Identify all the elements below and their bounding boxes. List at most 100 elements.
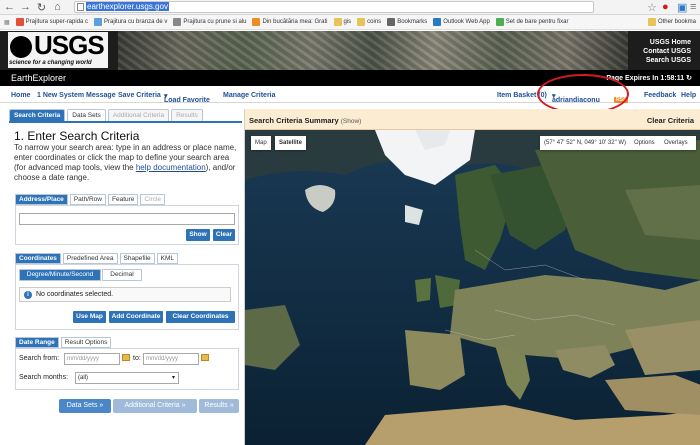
usgs-logo[interactable]: USGS science for a changing world (8, 31, 108, 68)
bookmark-item[interactable]: Bookmarks (387, 18, 427, 26)
bookmark-favicon-icon (252, 18, 261, 26)
clear-criteria-button[interactable]: Clear Criteria (647, 116, 694, 125)
nav-home[interactable]: Home (11, 92, 30, 99)
tab-address-place[interactable]: Address/Place (15, 194, 68, 205)
tab-coordinates[interactable]: Coordinates (15, 253, 61, 264)
menu-icon[interactable]: ≡ (690, 1, 696, 13)
tab-additional-criteria[interactable]: Additional Criteria (107, 109, 170, 121)
url-text: earthexplorer.usgs.gov (86, 2, 169, 11)
nav-save-criteria[interactable]: Save Criteria (118, 92, 161, 99)
bookmark-favicon-icon (495, 18, 504, 26)
date-from-input[interactable]: mm/dd/yyyy (64, 353, 120, 365)
search-months-label: Search months: (19, 374, 69, 381)
nav-load-favorite[interactable]: Load Favorite ▾ (164, 92, 210, 104)
bookmark-item[interactable]: Prajitura cu prune si alu (173, 18, 246, 26)
tab-result-options[interactable]: Result Options (60, 337, 112, 348)
tab-kml[interactable]: KML (156, 253, 179, 264)
search-panel: Search Criteria Data Sets Additional Cri… (9, 109, 242, 445)
logo-tagline: science for a changing world (9, 60, 92, 66)
info-icon: i (24, 291, 32, 299)
bookmark-label: Set de bare pentru fixar (505, 19, 569, 25)
nav-help[interactable]: Help (681, 92, 696, 99)
tab-data-sets[interactable]: Data Sets (67, 109, 106, 121)
chevron-down-icon: ▾ (171, 375, 175, 381)
mode-decimal[interactable]: Decimal (102, 269, 142, 281)
criteria-summary-text: Search Criteria Summary (249, 116, 339, 125)
reload-icon[interactable]: ↻ (35, 1, 48, 14)
bookmark-label: Outlook Web App (443, 19, 490, 25)
add-coordinate-button[interactable]: Add Coordinate (109, 311, 163, 323)
other-bookmarks-label: Other bookma (657, 19, 696, 25)
opera-icon[interactable]: ● (662, 1, 669, 13)
tab-predefined-area[interactable]: Predefined Area (62, 253, 118, 264)
header-links: USGS Home Contact USGS Search USGS (643, 38, 691, 65)
bookmark-item[interactable]: Set de bare pentru fixar (495, 18, 569, 26)
clear-button[interactable]: Clear (213, 229, 235, 241)
bookmark-item[interactable]: Outlook Web App (433, 18, 490, 26)
map-type-satellite[interactable]: Satellite (275, 136, 307, 150)
tab-path-row[interactable]: Path/Row (69, 194, 106, 205)
bookmark-favicon-icon (357, 18, 366, 26)
page-icon (77, 3, 84, 11)
bookmark-item[interactable]: gis (333, 18, 351, 26)
bookmark-label: Prajitura cu prune si alu (183, 19, 247, 25)
map-panel: Search Criteria Summary (Show) Clear Cri… (244, 109, 700, 445)
refresh-icon[interactable]: ↻ (686, 75, 692, 82)
tab-search-criteria[interactable]: Search Criteria (9, 109, 66, 121)
address-input[interactable] (19, 213, 235, 225)
tab-shapefile[interactable]: Shapefile (119, 253, 155, 264)
tab-results[interactable]: Results (171, 109, 203, 121)
tab-feature[interactable]: Feature (108, 194, 139, 205)
show-button[interactable]: Show (186, 229, 210, 241)
mode-dms[interactable]: Degree/Minute/Second (19, 269, 101, 281)
calendar-icon[interactable] (122, 354, 130, 361)
nav-load-favorite-label: Load Favorite (164, 97, 210, 104)
nav-feedback[interactable]: Feedback (644, 92, 676, 99)
bookmark-favicon-icon (433, 18, 442, 26)
nav-manage-criteria[interactable]: Manage Criteria (223, 92, 276, 99)
extension-icon[interactable]: ▣ (677, 1, 687, 14)
search-usgs-link[interactable]: Search USGS (643, 56, 691, 65)
bookmark-item[interactable]: coins (357, 18, 381, 26)
show-toggle[interactable]: (Show) (341, 118, 362, 125)
coordinates-group: Degree/Minute/Second Decimal i No coordin… (15, 264, 239, 330)
map-options-button[interactable]: Options (634, 136, 655, 150)
bookmark-label: Bookmarks (397, 19, 428, 25)
data-sets-next-button[interactable]: Data Sets » (59, 399, 111, 413)
tab-circle[interactable]: Circle (140, 194, 166, 205)
additional-criteria-next-button[interactable]: Additional Criteria » (113, 399, 197, 413)
other-bookmarks[interactable]: Other bookma (647, 18, 696, 26)
main-tabs: Search Criteria Data Sets Additional Cri… (9, 109, 205, 121)
map-imagery (245, 130, 700, 445)
months-select[interactable]: (all) ▾ (75, 372, 179, 384)
logo-text: USGS (34, 31, 105, 60)
criteria-summary-title[interactable]: Search Criteria Summary (Show) (249, 116, 361, 125)
back-icon[interactable]: ← (3, 1, 16, 14)
browser-toolbar: ← → ↻ ⌂ earthexplorer.usgs.gov ☆ ● ▣ ≡ (0, 0, 700, 15)
star-icon[interactable]: ☆ (647, 1, 657, 14)
contact-usgs-link[interactable]: Contact USGS (643, 47, 691, 56)
nav-new-message[interactable]: 1 New System Message (37, 92, 116, 99)
bookmark-favicon-icon (15, 18, 24, 26)
satellite-map[interactable]: Map Satellite (57° 47' 52" N, 049° 10' 3… (245, 130, 700, 445)
map-overlays-button[interactable]: Overlays (664, 136, 688, 150)
usgs-banner: USGS science for a changing world USGS H… (0, 31, 700, 70)
section-title: 1. Enter Search Criteria (14, 129, 140, 143)
tab-date-range[interactable]: Date Range (15, 337, 59, 348)
home-icon[interactable]: ⌂ (51, 1, 64, 14)
help-documentation-link[interactable]: help documentation (136, 163, 206, 172)
usgs-home-link[interactable]: USGS Home (643, 38, 691, 47)
map-type-map[interactable]: Map (251, 136, 271, 150)
bookmark-item[interactable]: Din bucătăria mea: Grati (252, 18, 328, 26)
bookmark-item[interactable]: Prajitura cu branza de v (94, 18, 167, 26)
use-map-button[interactable]: Use Map (73, 311, 106, 323)
clear-coordinates-button[interactable]: Clear Coordinates (166, 311, 235, 323)
bookmark-item[interactable]: Prajitura super-rapida c (15, 18, 88, 26)
forward-icon[interactable]: → (19, 1, 32, 14)
address-bar[interactable]: earthexplorer.usgs.gov (74, 1, 594, 13)
calendar-icon[interactable] (201, 354, 209, 361)
red-circle-annotation (537, 74, 629, 114)
apps-icon[interactable]: ▦ (4, 19, 10, 26)
results-next-button[interactable]: Results » (199, 399, 239, 413)
date-to-input[interactable]: mm/dd/yyyy (143, 353, 199, 365)
